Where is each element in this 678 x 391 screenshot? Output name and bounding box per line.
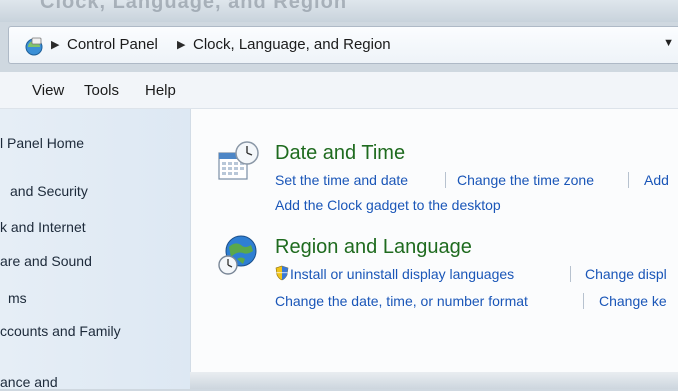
link-change-keyboards[interactable]: Change ke	[599, 292, 667, 310]
sidebar-item-appearance[interactable]: ance and	[0, 373, 58, 391]
control-panel-icon[interactable]	[23, 35, 45, 57]
menu-tools[interactable]: Tools	[84, 81, 119, 101]
link-divider	[445, 172, 446, 188]
link-add-clock-gadget[interactable]: Add the Clock gadget to the desktop	[275, 196, 501, 214]
sidebar-item-programs[interactable]: ms	[8, 289, 27, 307]
sidebar-item-user-accounts[interactable]: ccounts and Family	[0, 322, 121, 340]
category-title-date-time[interactable]: Date and Time	[275, 141, 405, 165]
breadcrumb-separator-icon: ▶	[51, 39, 60, 51]
link-install-uninstall-languages[interactable]: Install or uninstall display languages	[290, 265, 514, 283]
link-divider	[583, 293, 584, 309]
breadcrumb-clock-language-region[interactable]: Clock, Language, and Region	[193, 35, 391, 55]
menu-view[interactable]: View	[32, 81, 64, 101]
sidebar-item-control-panel-home[interactable]: l Panel Home	[0, 134, 84, 152]
link-divider	[570, 266, 571, 282]
bottom-edge-shadow	[190, 372, 678, 389]
sidebar-item-system-security[interactable]: and Security	[10, 182, 88, 200]
sidebar-item-hardware-sound[interactable]: are and Sound	[0, 252, 92, 270]
link-change-display-language[interactable]: Change displ	[585, 265, 667, 283]
breadcrumb-separator-icon: ▶	[177, 39, 186, 51]
background-heading: Clock, Language, and Region	[40, 0, 348, 13]
link-change-date-time-number-format[interactable]: Change the date, time, or number format	[275, 292, 528, 310]
cropped-title-strip: Clock, Language, and Region	[0, 0, 678, 22]
link-divider	[628, 172, 629, 188]
link-change-time-zone[interactable]: Change the time zone	[457, 171, 594, 189]
sidebar: l Panel Home and Security k and Internet…	[0, 109, 191, 391]
category-title-region-language[interactable]: Region and Language	[275, 235, 472, 259]
address-bar[interactable]: ▶ Control Panel ▶ Clock, Language, and R…	[8, 26, 678, 64]
breadcrumb-control-panel[interactable]: Control Panel	[67, 35, 158, 55]
link-set-time-date[interactable]: Set the time and date	[275, 171, 408, 189]
calendar-clock-icon[interactable]	[215, 139, 261, 185]
menu-bar: View Tools Help	[0, 72, 678, 109]
menu-help[interactable]: Help	[145, 81, 176, 101]
globe-clock-icon[interactable]	[217, 233, 261, 277]
link-add-clocks[interactable]: Add	[644, 171, 669, 189]
chevron-down-icon[interactable]: ▼	[663, 37, 674, 49]
uac-shield-icon	[275, 265, 289, 281]
main-content: Date and Time Set the time and date Chan…	[191, 109, 678, 389]
sidebar-item-network-internet[interactable]: k and Internet	[0, 218, 86, 236]
